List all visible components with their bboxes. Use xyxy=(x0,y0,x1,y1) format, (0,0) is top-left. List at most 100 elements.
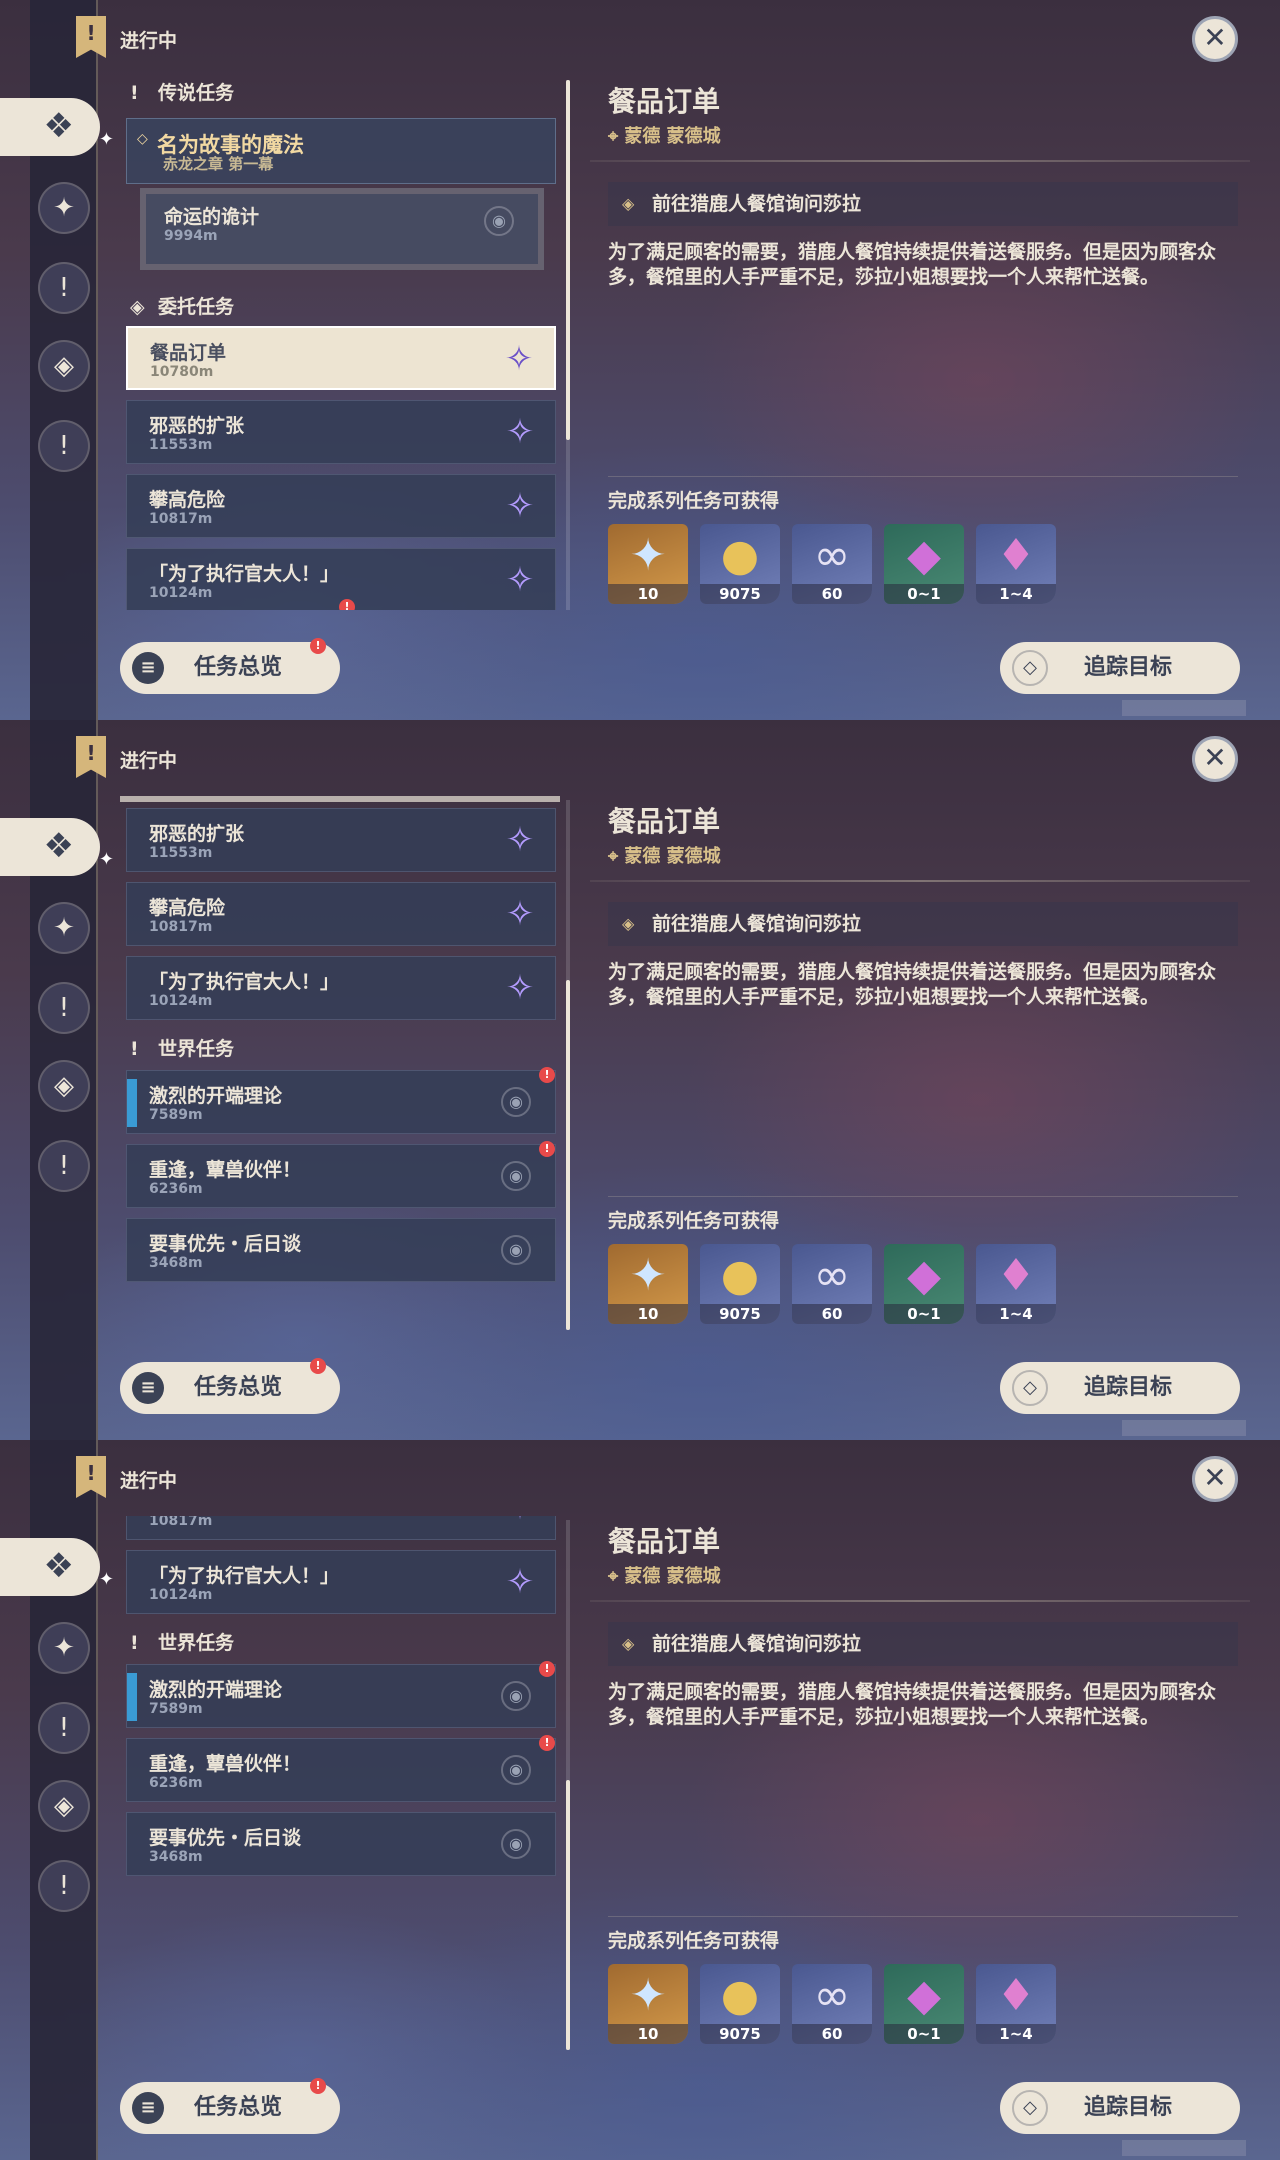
reward-primogem[interactable]: ✦ 10 xyxy=(608,1964,688,2044)
story-quest-filter-icon[interactable]: ! xyxy=(38,982,90,1034)
rewards-label: 完成系列任务可获得 xyxy=(608,490,780,512)
quest-description: 为了满足顾客的需要，猎鹿人餐馆持续提供着送餐服务。但是因为顾客众多，餐馆里的人手… xyxy=(608,1681,1217,1728)
detail-location: ⌖ 蒙德 蒙德城 xyxy=(608,1566,721,1587)
track-target-button[interactable]: ◇ 追踪目标 xyxy=(1000,2082,1240,2134)
reward-mora[interactable]: ● 9075 xyxy=(700,524,780,604)
map-pin-icon[interactable]: ◉ xyxy=(484,206,514,236)
commission-icon: ✧ xyxy=(505,560,535,600)
reward-primogem[interactable]: ✦ 10 xyxy=(608,1244,688,1324)
commission-card[interactable]: 攀高危险 10817m ✧ xyxy=(126,474,556,538)
reward-crystal-chunk[interactable]: ◆ 0~1 xyxy=(884,1964,964,2044)
alert-badge-icon: ! xyxy=(539,1141,555,1157)
quest-overview-button[interactable]: ≡ 任务总览 ! xyxy=(120,2078,340,2134)
divider xyxy=(590,1600,1250,1602)
legend-subquest-card[interactable]: 命运的诡计 9994m ◉ xyxy=(140,188,544,270)
quest-book-icon: ≡ xyxy=(132,2092,164,2124)
commission-filter-icon[interactable]: ◈ xyxy=(38,1060,90,1112)
commission-icon: ✧ xyxy=(505,412,535,452)
commission-card[interactable]: 「为了执行官大人！」 10124m ✧ xyxy=(126,1550,556,1614)
objective-diamond-icon: ◈ xyxy=(622,194,635,213)
commission-card[interactable]: 攀高危险 10817m ✧ xyxy=(126,882,556,946)
track-target-button[interactable]: ◇ 追踪目标 xyxy=(1000,642,1240,694)
decorative-bar xyxy=(1122,700,1246,716)
crystal-chunk-icon: ◆ xyxy=(907,1970,941,2021)
reward-fetters[interactable]: ∞ 60 xyxy=(792,1244,872,1324)
map-pin-icon[interactable]: ◉ xyxy=(501,1829,531,1859)
commission-card[interactable]: 「为了执行官大人！」 10124m ✧ xyxy=(126,956,556,1020)
all-quests-tab-active[interactable]: ❖ ✦ xyxy=(0,818,114,876)
world-quest-card[interactable]: 激烈的开端理论 7589m ◉ ! xyxy=(126,1067,556,1134)
crystal-cluster-icon: ♦ xyxy=(996,1970,1036,2021)
category-world: ! 世界任务 xyxy=(130,1632,235,1654)
map-pin-icon[interactable]: ◉ xyxy=(501,1235,531,1265)
world-quest-card[interactable]: 重逢，蕈兽伙伴！ 6236m ◉ ! xyxy=(126,1735,556,1802)
legend-quest-card[interactable]: ◇ 名为故事的魔法 赤龙之章 第一幕 xyxy=(126,118,556,184)
alert-badge-icon: ! xyxy=(310,1358,326,1374)
archon-quest-filter-icon[interactable]: ✦ xyxy=(38,902,90,954)
story-quest-filter-icon[interactable]: ! xyxy=(38,262,90,314)
world-quest-card[interactable]: 要事优先・后日谈 3468m ◉ xyxy=(126,1812,556,1876)
world-quest-card[interactable]: 激烈的开端理论 7589m ◉ ! xyxy=(126,1661,556,1728)
map-pin-icon[interactable]: ◉ xyxy=(501,1161,531,1191)
reward-crystal-cluster[interactable]: ♦ 1~4 xyxy=(976,1244,1056,1324)
list-scrollbar[interactable] xyxy=(566,800,570,1330)
quest-panel-1: ! ✦ ! ◈ ! ❖ ✦ 进行中 ! 传说任务 ◇ 名为故事的魔法 赤龙之章 第一… xyxy=(0,0,1280,720)
commission-card[interactable]: 攀高危险 10817m ✧ xyxy=(126,1516,556,1540)
commission-card[interactable]: 邪恶的扩张 11553m ✧ xyxy=(126,808,556,872)
map-pin-icon[interactable]: ◉ xyxy=(501,1087,531,1117)
commission-card-selected[interactable]: 餐品订单 10780m ✧ xyxy=(126,326,556,390)
reward-crystal-chunk[interactable]: ◆ 0~1 xyxy=(884,1244,964,1324)
objective-diamond-icon: ◈ xyxy=(622,914,635,933)
close-button[interactable]: ✕ xyxy=(1192,736,1238,782)
quest-list[interactable]: 攀高危险 10817m ✧ 「为了执行官大人！」 10124m ✧ !世界任务 … xyxy=(120,1516,560,2050)
commission-filter-icon[interactable]: ◈ xyxy=(38,340,90,392)
location-pin-icon: ⌖ xyxy=(608,1566,625,1587)
map-pin-icon[interactable]: ◉ xyxy=(501,1755,531,1785)
detail-title: 餐品订单 xyxy=(608,85,721,118)
detail-location: ⌖ 蒙德 蒙德城 xyxy=(608,846,721,867)
archon-quest-filter-icon[interactable]: ✦ xyxy=(38,182,90,234)
primogem-icon: ✦ xyxy=(629,1250,667,1301)
close-button[interactable]: ✕ xyxy=(1192,1456,1238,1502)
story-quest-filter-icon[interactable]: ! xyxy=(38,1702,90,1754)
reward-primogem[interactable]: ✦ 10 xyxy=(608,524,688,604)
all-quests-tab-active[interactable]: ❖ ✦ xyxy=(0,1538,114,1596)
reward-crystal-cluster[interactable]: ♦ 1~4 xyxy=(976,1964,1056,2044)
track-target-button[interactable]: ◇ 追踪目标 xyxy=(1000,1362,1240,1414)
reward-fetters[interactable]: ∞ 60 xyxy=(792,524,872,604)
quest-overview-button[interactable]: ≡ 任务总览 ! xyxy=(120,638,340,694)
world-quest-filter-icon[interactable]: ! xyxy=(38,420,90,472)
divider xyxy=(590,160,1250,162)
commission-card[interactable]: 「为了执行官大人！」 10124m ✧ ! xyxy=(126,548,556,610)
crystal-chunk-icon: ◆ xyxy=(907,1250,941,1301)
archon-quest-filter-icon[interactable]: ✦ xyxy=(38,1622,90,1674)
diamond-icon: ◇ xyxy=(137,131,148,147)
rewards-row: ✦ 10 ● 9075 ∞ 60 ◆ 0~1 ♦ 1~4 xyxy=(608,524,1068,606)
commission-filter-icon[interactable]: ◈ xyxy=(38,1780,90,1832)
bookmark-icon: ! xyxy=(76,16,106,58)
bookmark-icon: ! xyxy=(76,736,106,778)
world-quest-filter-icon[interactable]: ! xyxy=(38,1140,90,1192)
reward-crystal-chunk[interactable]: ◆ 0~1 xyxy=(884,524,964,604)
world-quest-card[interactable]: 要事优先・后日谈 3468m ◉ xyxy=(126,1218,556,1282)
world-quest-filter-icon[interactable]: ! xyxy=(38,1860,90,1912)
quest-overview-button[interactable]: ≡ 任务总览 ! xyxy=(120,1358,340,1414)
tracked-indicator xyxy=(127,1079,137,1127)
quest-list[interactable]: 邪恶的扩张 11553m ✧ 攀高危险 10817m ✧ 「为了执行官大人！」 … xyxy=(120,796,560,1330)
list-scrollbar[interactable] xyxy=(566,1520,570,2050)
list-scrollbar[interactable] xyxy=(566,80,570,610)
commission-card[interactable]: 邪恶的扩张 11553m ✧ xyxy=(126,400,556,464)
quest-list[interactable]: ! 传说任务 ◇ 名为故事的魔法 赤龙之章 第一幕 命运的诡计 9994m ◉ ◈… xyxy=(120,76,560,610)
reward-fetters[interactable]: ∞ 60 xyxy=(792,1964,872,2044)
rewards-row: ✦ 10 ● 9075 ∞ 60 ◆ 0~1 ♦ 1~4 xyxy=(608,1964,1068,2046)
world-quest-card[interactable]: 重逢，蕈兽伙伴！ 6236m ◉ ! xyxy=(126,1141,556,1208)
detail-location: ⌖ 蒙德 蒙德城 xyxy=(608,126,721,147)
location-pin-icon: ⌖ xyxy=(608,846,625,867)
map-pin-icon[interactable]: ◉ xyxy=(501,1681,531,1711)
close-button[interactable]: ✕ xyxy=(1192,16,1238,62)
reward-crystal-cluster[interactable]: ♦ 1~4 xyxy=(976,524,1056,604)
decorative-bar xyxy=(1122,1420,1246,1436)
reward-mora[interactable]: ● 9075 xyxy=(700,1244,780,1324)
reward-mora[interactable]: ● 9075 xyxy=(700,1964,780,2044)
all-quests-tab-active[interactable]: ❖ ✦ xyxy=(0,98,114,156)
